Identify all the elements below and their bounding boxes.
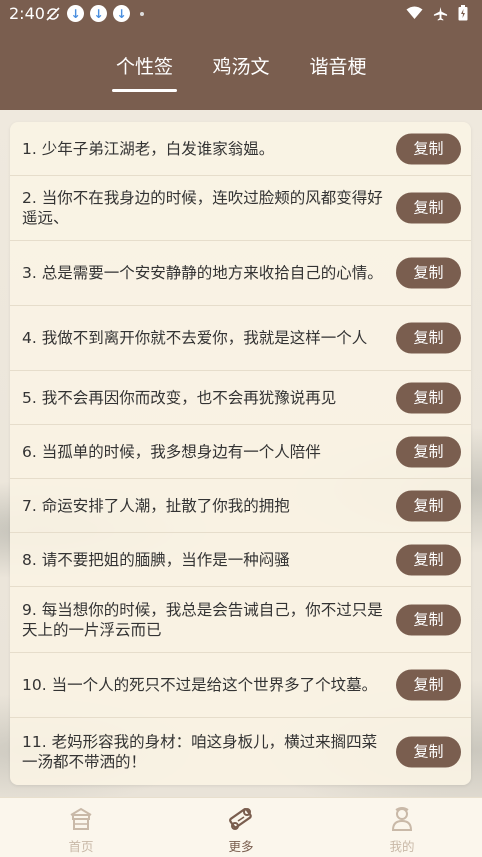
sync-off-icon [44,5,61,22]
download-icon: ↓ [90,5,107,22]
home-icon [51,804,111,834]
bottom-navigation: 首页 更多 我的 [0,797,482,857]
quote-text: 9. 每当想你的时候，我总是会告诫自己，你不过只是天上的一片浮云而已 [22,600,383,639]
tab-signature[interactable]: 个性签 [112,52,177,92]
list-item: 3. 总是需要一个安安静静的地方来收拾自己的心情。 复制 [10,241,471,306]
copy-button[interactable]: 复制 [396,736,461,767]
list-item: 1. 少年子弟江湖老，白发谁家翁媪。 复制 [10,122,471,176]
list-item: 11. 老妈形容我的身材：咱这身板儿，横过来搁四菜一汤都不带洒的！ 复制 [10,718,471,785]
quote-text: 8. 请不要把姐的腼腆，当作是一种闷骚 [22,550,290,569]
nav-label: 更多 [228,839,254,854]
quote-text: 3. 总是需要一个安安静静的地方来收拾自己的心情。 [22,264,383,282]
status-icons-left: ↓ ↓ ↓ [44,5,144,22]
copy-button[interactable]: 复制 [396,382,461,413]
tab-chicken-soup[interactable]: 鸡汤文 [208,52,274,92]
quote-text: 5. 我不会再因你而改变，也不会再犹豫说再见 [22,388,337,407]
quote-text: 1. 少年子弟江湖老，白发谁家翁媪。 [22,139,275,158]
list-item: 4. 我做不到离开你就不去爱你，我就是这样一个人 复制 [10,306,471,371]
status-time: 2:40 [9,4,45,23]
airplane-icon [433,6,448,25]
profile-icon [372,804,432,834]
status-icons-right [406,5,468,25]
copy-button[interactable]: 复制 [396,192,461,224]
list-item: 6. 当孤单的时候，我多想身边有一个人陪伴 复制 [10,425,471,479]
nav-profile[interactable]: 我的 [372,804,432,855]
quote-text: 11. 老妈形容我的身材：咱这身板儿，横过来搁四菜一汤都不带洒的！ [22,732,378,771]
list-item: 5. 我不会再因你而改变，也不会再犹豫说再见 复制 [10,371,471,425]
copy-button[interactable]: 复制 [396,544,461,575]
download-icon: ↓ [67,5,84,22]
quote-text: 7. 命运安排了人潮，扯散了你我的拥抱 [22,496,290,515]
list-item: 8. 请不要把姐的腼腆，当作是一种闷骚 复制 [10,533,471,587]
quote-text: 6. 当孤单的时候，我多想身边有一个人陪伴 [22,442,321,461]
wifi-icon [406,6,423,24]
quote-text: 4. 我做不到离开你就不去爱你，我就是这样一个人 [22,329,368,347]
copy-button[interactable]: 复制 [396,133,461,164]
list-item: 7. 命运安排了人潮，扯散了你我的拥抱 复制 [10,479,471,533]
header: 2:40 ↓ ↓ ↓ 个性签 鸡汤文 谐音梗 [0,0,482,110]
download-icon: ↓ [113,5,130,22]
copy-button[interactable]: 复制 [396,669,461,701]
copy-button[interactable]: 复制 [396,257,461,289]
tab-bar: 个性签 鸡汤文 谐音梗 [0,52,482,96]
nav-home[interactable]: 首页 [51,804,111,855]
copy-button[interactable]: 复制 [396,490,461,521]
copy-button[interactable]: 复制 [396,604,461,635]
tab-puns[interactable]: 谐音梗 [306,52,370,92]
quote-text: 10. 当一个人的死只不过是给这个世界多了个坟墓。 [22,676,378,694]
status-bar: 2:40 ↓ ↓ ↓ [0,0,482,28]
scroll-icon [211,804,271,834]
quote-text: 2. 当你不在我身边的时候，连吹过脸颊的风都变得好遥远、 [22,189,383,227]
battery-icon [458,5,468,25]
nav-more[interactable]: 更多 [211,804,271,855]
nav-label: 首页 [68,839,94,854]
copy-button[interactable]: 复制 [396,322,461,354]
nav-label: 我的 [389,839,415,854]
more-notifications-dot [140,11,144,16]
list-item: 10. 当一个人的死只不过是给这个世界多了个坟墓。 复制 [10,653,471,718]
list-item: 9. 每当想你的时候，我总是会告诫自己，你不过只是天上的一片浮云而已 复制 [10,587,471,653]
list-item: 2. 当你不在我身边的时候，连吹过脸颊的风都变得好遥远、 复制 [10,176,471,241]
copy-button[interactable]: 复制 [396,436,461,467]
quote-list: 1. 少年子弟江湖老，白发谁家翁媪。 复制 2. 当你不在我身边的时候，连吹过脸… [10,122,471,785]
